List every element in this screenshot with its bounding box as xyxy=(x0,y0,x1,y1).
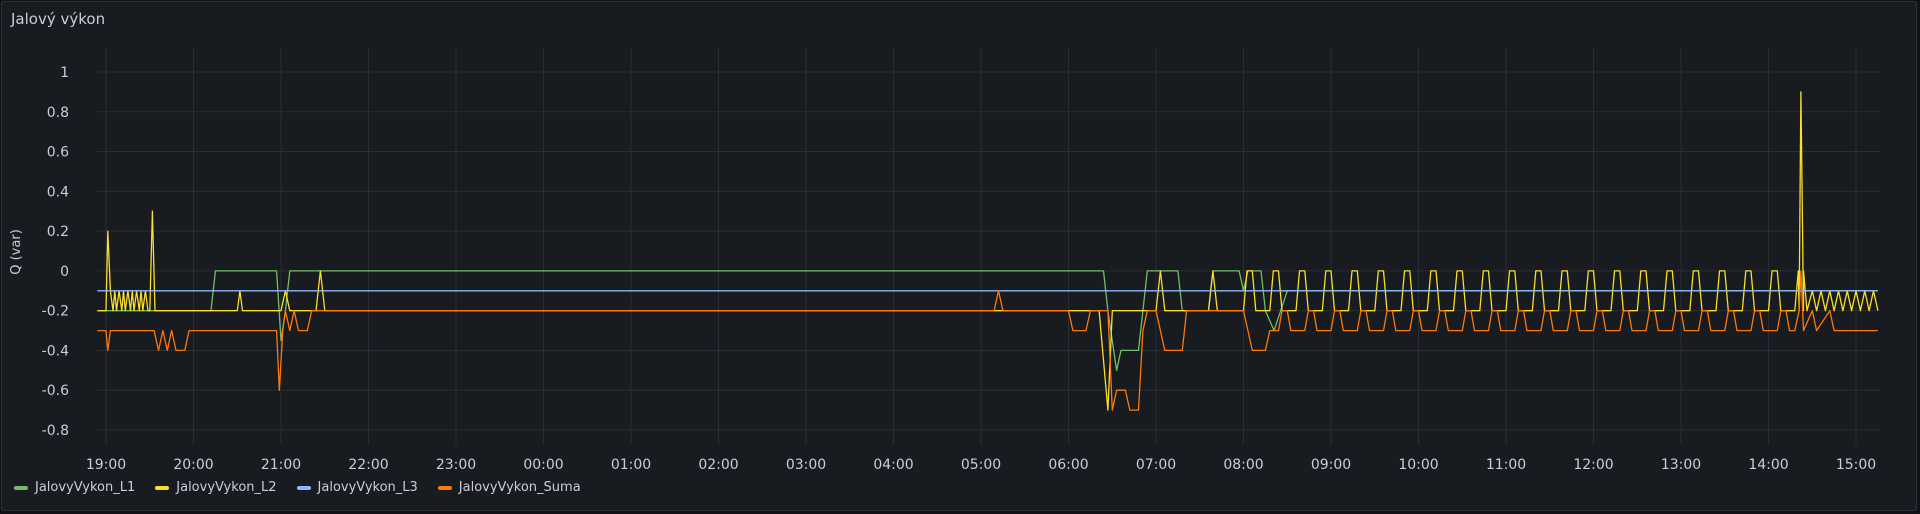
x-tick-label: 19:00 xyxy=(86,457,126,473)
x-tick-label: 20:00 xyxy=(173,457,213,473)
legend-item-JalovyVykon_Suma[interactable]: JalovyVykon_Suma xyxy=(437,480,581,495)
x-tick-label: 00:00 xyxy=(523,457,563,473)
x-tick-label: 13:00 xyxy=(1661,457,1701,473)
x-tick-label: 06:00 xyxy=(1048,457,1088,473)
y-tick-label: -0.2 xyxy=(42,304,69,320)
line-chart: 1 0.8 0.6 0.4 0.2 0 -0.2 -0.4 -0.6 -0.8 19:00 20:0… xyxy=(9,48,1880,473)
series-lines xyxy=(97,91,1879,411)
x-tick-label: 23:00 xyxy=(436,457,476,473)
x-tick-label: 10:00 xyxy=(1398,457,1438,473)
x-tick-label: 12:00 xyxy=(1573,457,1613,473)
x-tick-label: 09:00 xyxy=(1311,457,1351,473)
legend-item-JalovyVykon_L2[interactable]: JalovyVykon_L2 xyxy=(155,480,277,495)
x-tick-label: 22:00 xyxy=(348,457,388,473)
y-tick-label: 1 xyxy=(60,65,69,81)
grid xyxy=(97,48,1880,445)
series-line-JalovyVykon_L2 xyxy=(97,91,1879,411)
x-tick-label: 21:00 xyxy=(261,457,301,473)
legend-swatch xyxy=(437,485,452,490)
x-tick-label: 07:00 xyxy=(1136,457,1176,473)
legend-swatch xyxy=(14,485,28,490)
y-tick-label: -0.4 xyxy=(42,343,69,359)
x-tick-label: 04:00 xyxy=(873,457,913,473)
legend-label: JalovyVykon_L3 xyxy=(317,480,418,495)
y-tick-label: 0.6 xyxy=(47,145,69,161)
y-tick-label: 0.4 xyxy=(47,184,69,200)
y-tick-label: 0.8 xyxy=(47,105,69,121)
y-tick-label: -0.8 xyxy=(42,423,69,439)
legend: JalovyVykon_L1 JalovyVykon_L2 JalovyVykon_… xyxy=(14,480,581,495)
legend-swatch xyxy=(296,485,311,490)
y-tick-label: 0.2 xyxy=(47,224,69,240)
legend-label: JalovyVykon_L1 xyxy=(35,480,136,495)
legend-item-JalovyVykon_L3[interactable]: JalovyVykon_L3 xyxy=(296,480,418,495)
y-axis-label: Q (var) xyxy=(9,229,24,275)
series-line-JalovyVykon_L1 xyxy=(97,270,1878,371)
legend-label: JalovyVykon_L2 xyxy=(176,480,277,495)
x-tick-label: 08:00 xyxy=(1223,457,1263,473)
y-tick-labels: 1 0.8 0.6 0.4 0.2 0 -0.2 -0.4 -0.6 -0.8 xyxy=(42,65,69,439)
legend-swatch xyxy=(155,485,170,490)
series-line-JalovyVykon_Suma xyxy=(97,270,1878,411)
y-tick-label: -0.6 xyxy=(42,383,69,399)
x-tick-label: 15:00 xyxy=(1836,457,1876,473)
x-tick-label: 05:00 xyxy=(961,457,1001,473)
x-tick-label: 02:00 xyxy=(698,457,738,473)
y-tick-label: 0 xyxy=(60,264,69,280)
legend-item-JalovyVykon_L1[interactable]: JalovyVykon_L1 xyxy=(14,480,135,495)
x-tick-label: 11:00 xyxy=(1486,457,1526,473)
legend-label: JalovyVykon_Suma xyxy=(458,480,581,495)
x-tick-label: 03:00 xyxy=(786,457,826,473)
x-tick-label: 14:00 xyxy=(1748,457,1788,473)
x-tick-label: 01:00 xyxy=(611,457,651,473)
x-tick-labels: 19:00 20:00 21:00 22:00 23:00 00:00 01:00 02:00… xyxy=(86,457,1876,473)
